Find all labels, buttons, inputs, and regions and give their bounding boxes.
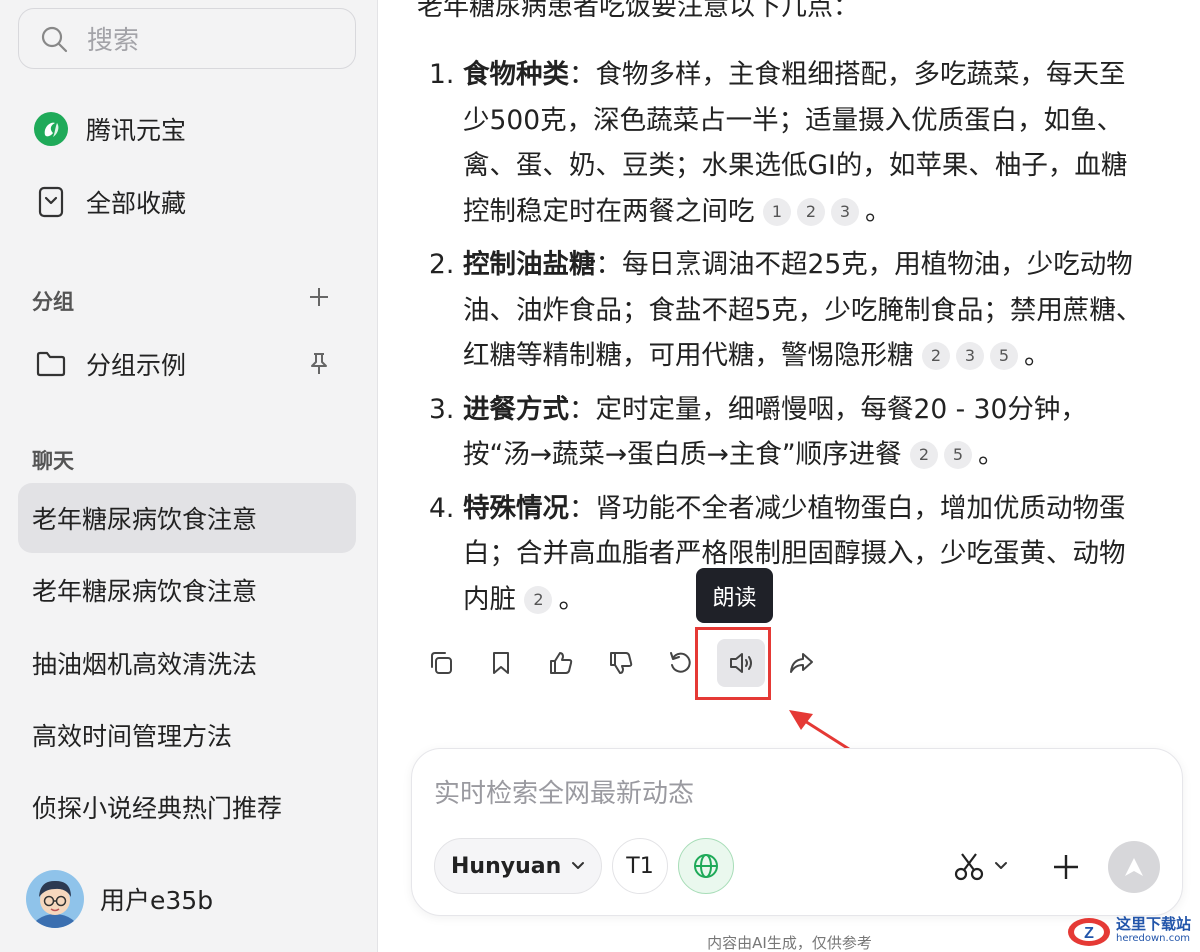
yuanbao-logo-icon — [32, 110, 70, 148]
t1-model-button[interactable]: T1 — [612, 838, 668, 894]
thumbs-up-button[interactable] — [537, 639, 585, 687]
chat-main: 老年糖尿病患者吃饭要注意以下几点： 1. 食物种类：食物多样，主食粗细搭配，多吃… — [379, 0, 1200, 952]
point-title: 特殊情况 — [463, 492, 569, 524]
globe-icon — [694, 854, 718, 878]
thumbs-down-icon — [610, 652, 633, 674]
list-number: 2. — [429, 249, 455, 280]
point-end: 。 — [864, 195, 892, 227]
list-number: 3. — [429, 393, 455, 425]
groups-section-title: 分组 — [32, 290, 74, 314]
plus-icon — [310, 288, 328, 306]
scissors-icon — [954, 853, 984, 881]
avatar — [26, 870, 84, 928]
chevron-down-icon — [572, 862, 584, 869]
site-logo-icon: Z — [1068, 918, 1110, 946]
highlight-box — [695, 627, 771, 700]
chat-item[interactable]: 老年糖尿病饮食注意 — [18, 555, 356, 625]
citation-badge[interactable]: 1 — [762, 197, 791, 226]
thumbs-up-icon — [550, 652, 573, 674]
chat-input[interactable]: 实时检索全网最新动态 — [434, 773, 694, 810]
search-placeholder: 搜索 — [87, 26, 140, 56]
chat-item[interactable]: 侦探小说经典热门推荐 — [18, 772, 356, 842]
citation-badge[interactable]: 2 — [910, 441, 939, 469]
group-item-example[interactable]: 分组示例 — [32, 339, 186, 389]
chat-item[interactable]: 老年糖尿病饮食注意 — [18, 483, 356, 553]
chats-section-title: 聊天 — [32, 449, 74, 473]
read-aloud-tooltip: 朗读 — [696, 568, 773, 623]
bookmark-button[interactable] — [477, 639, 525, 687]
citation-badge[interactable]: 2 — [796, 197, 825, 226]
copy-button[interactable] — [417, 639, 465, 687]
list-number: 1. — [429, 59, 455, 90]
sidebar: 搜索 腾讯元宝 全部收藏 分组 分组示例 聊天 老年糖尿病饮食注意 老年糖尿病饮… — [0, 0, 378, 952]
chat-item[interactable]: 抽油烟机高效清洗法 — [18, 628, 356, 698]
message-toolbar — [417, 638, 837, 688]
citation-badge[interactable]: 3 — [830, 197, 859, 226]
model-selector[interactable]: Hunyuan — [434, 838, 602, 894]
list-item: 3. 进餐方式：定时定量，细嚼慢咽，每餐20 - 30分钟，按“汤→蔬菜→蛋白质… — [429, 387, 1149, 478]
point-title: 控制油盐糖 — [463, 249, 596, 280]
user-profile[interactable]: 用户e35b — [26, 870, 213, 928]
citation-badge[interactable]: 3 — [955, 342, 984, 370]
clip-tool-button[interactable] — [952, 843, 1010, 889]
citation-badge[interactable]: 5 — [989, 342, 1018, 370]
folder-icon — [32, 345, 70, 383]
user-name: 用户e35b — [100, 886, 214, 915]
point-end: 。 — [1023, 340, 1051, 371]
answer-intro: 老年糖尿病患者吃饭要注意以下几点： — [417, 0, 860, 22]
group-label: 分组示例 — [86, 351, 187, 380]
chat-item[interactable]: 高效时间管理方法 — [18, 700, 356, 770]
list-item: 1. 食物种类：食物多样，主食粗细搭配，多吃蔬菜，每天至少500克，深色蔬菜占一… — [429, 52, 1149, 234]
search-input[interactable]: 搜索 — [18, 8, 356, 69]
point-title: 食物种类 — [463, 59, 569, 90]
bookmark-icon — [32, 183, 70, 221]
site-watermark-logo: Z 这里下载站 heredown.com — [1066, 912, 1191, 948]
pin-group-button[interactable] — [304, 349, 334, 379]
nav-label: 腾讯元宝 — [86, 116, 187, 145]
model-label: Hunyuan — [451, 853, 562, 879]
regenerate-icon — [670, 652, 691, 673]
add-group-button[interactable] — [304, 282, 334, 312]
thumbs-down-button[interactable] — [597, 639, 645, 687]
web-search-toggle[interactable] — [678, 838, 734, 894]
point-title: 进餐方式 — [463, 393, 569, 425]
share-button[interactable] — [777, 639, 825, 687]
citation-badge[interactable]: 5 — [944, 441, 973, 469]
pin-icon — [311, 353, 327, 374]
nav-label: 全部收藏 — [86, 189, 187, 218]
search-icon — [41, 26, 68, 52]
share-icon — [790, 653, 813, 673]
answer-list: 1. 食物种类：食物多样，主食粗细搭配，多吃蔬菜，每天至少500克，深色蔬菜占一… — [429, 52, 1149, 630]
list-item: 4. 特殊情况：肾功能不全者减少植物蛋白，增加优质动物蛋白；合并高血脂者严格限制… — [429, 486, 1149, 623]
citation-badge[interactable]: 2 — [524, 585, 553, 614]
send-button[interactable] — [1108, 841, 1160, 893]
add-attachment-button[interactable] — [1044, 845, 1088, 889]
point-end: 。 — [558, 583, 585, 615]
chat-input-box: 实时检索全网最新动态 Hunyuan T1 — [411, 748, 1183, 916]
nav-item-yuanbao[interactable]: 腾讯元宝 — [32, 104, 186, 154]
list-number: 4. — [429, 492, 455, 524]
bookmark-icon — [493, 652, 509, 674]
site-name: 这里下载站 — [1116, 915, 1192, 933]
svg-text:Z: Z — [1084, 925, 1094, 942]
citation-badge[interactable]: 2 — [921, 342, 950, 370]
copy-icon — [431, 652, 452, 674]
nav-item-favorites[interactable]: 全部收藏 — [32, 177, 186, 227]
site-url: heredown.com — [1116, 933, 1191, 944]
point-end: 。 — [978, 439, 1005, 470]
plus-icon — [1054, 855, 1078, 879]
send-arrow-icon — [1125, 858, 1143, 876]
list-item: 2. 控制油盐糖：每日烹调油不超25克，用植物油，少吃动物油、油炸食品；食盐不超… — [429, 242, 1149, 379]
chevron-down-icon — [995, 862, 1007, 869]
